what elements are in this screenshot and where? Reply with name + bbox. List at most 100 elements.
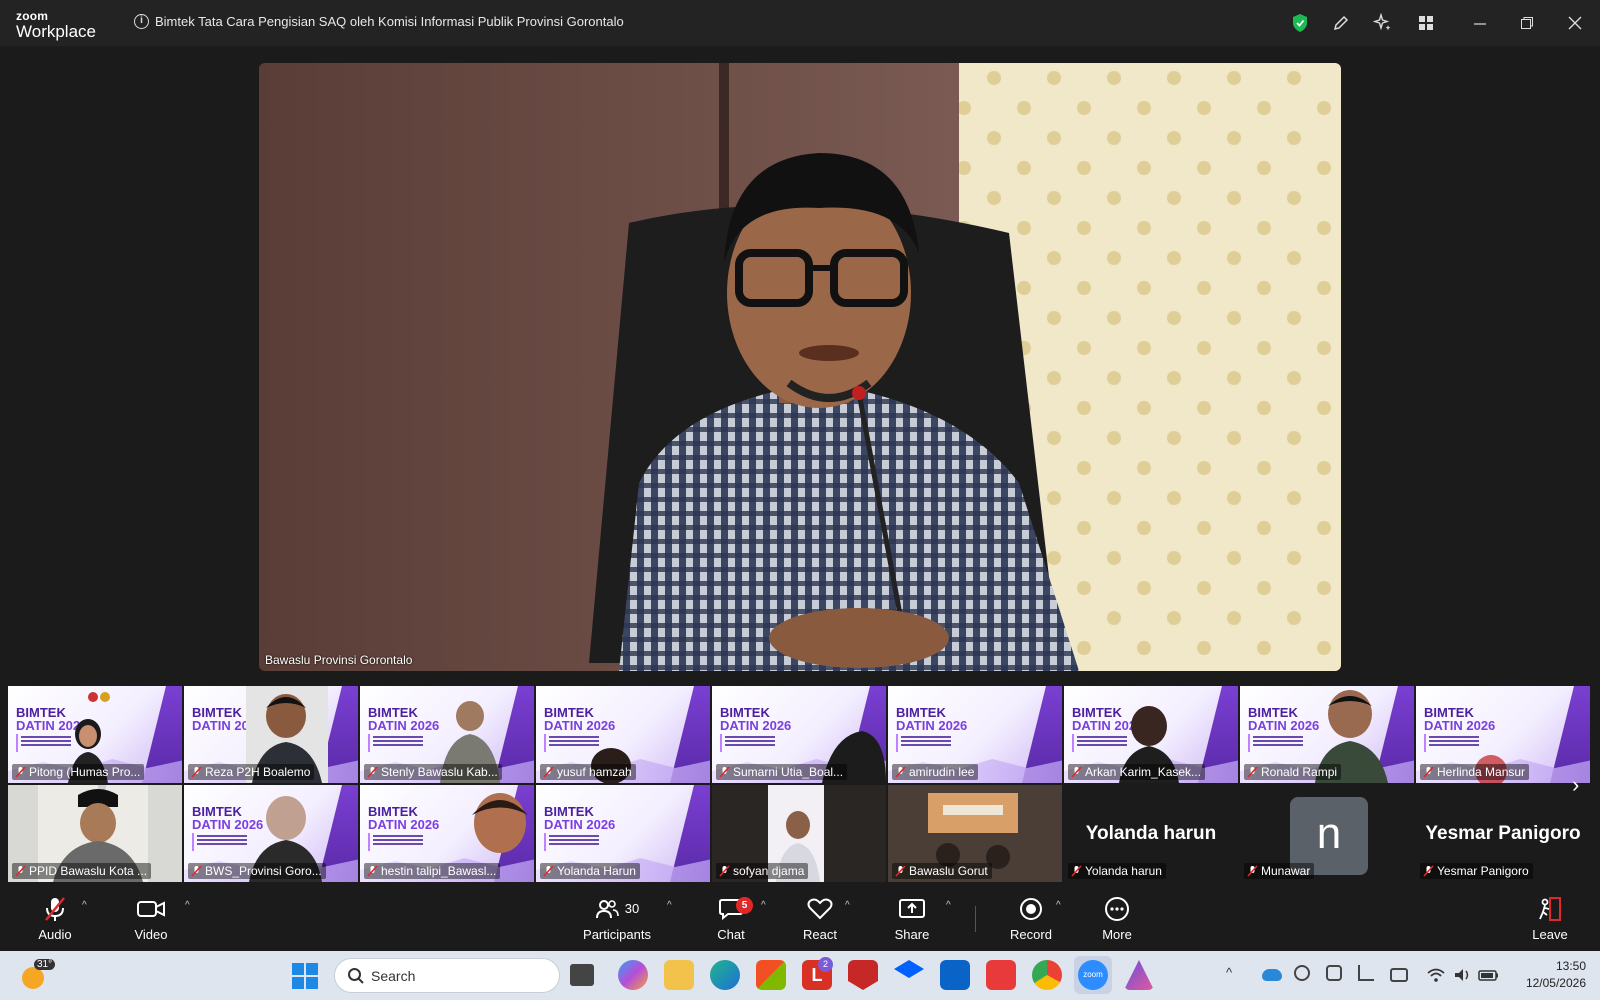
- participants-count: 30: [624, 901, 640, 916]
- audio-options-chevron-icon[interactable]: ^: [82, 900, 87, 911]
- weather-widget[interactable]: 31°: [20, 959, 56, 991]
- gallery-next-chevron-icon[interactable]: ›: [1572, 772, 1579, 798]
- muted-mic-icon: [1423, 865, 1434, 877]
- more-button[interactable]: More: [1098, 886, 1136, 951]
- react-button[interactable]: React: [800, 886, 840, 951]
- security-status-icon[interactable]: [1294, 965, 1310, 981]
- taskbar-clock[interactable]: 13:50 12/05/2026: [1506, 958, 1586, 992]
- participant-tile[interactable]: PPID Bawaslu Kota ...: [8, 785, 182, 882]
- participant-tile[interactable]: sofyan djama: [712, 785, 886, 882]
- participant-tile[interactable]: BIMTEK DATIN 2026 Stenly Bawaslu Kab...: [360, 686, 534, 783]
- copilot-icon[interactable]: [618, 960, 648, 990]
- record-icon: [1016, 896, 1046, 922]
- sync-icon[interactable]: [1326, 965, 1342, 981]
- participant-tile[interactable]: BIMTEK DATIN 2026 Pitong (Humas Pro...: [8, 686, 182, 783]
- participant-tile[interactable]: BIMTEK DATIN 2026 amirudin lee: [888, 686, 1062, 783]
- meet-now-icon[interactable]: [1390, 968, 1408, 982]
- participant-name-label: Bawaslu Gorut: [892, 863, 992, 879]
- meeting-info-icon[interactable]: i: [134, 14, 149, 29]
- office-notification-badge: 2: [818, 957, 833, 972]
- record-options-chevron-icon[interactable]: ^: [1056, 900, 1061, 911]
- participant-tile[interactable]: BIMTEK DATIN 2026 Sumarni Utia_Boal...: [712, 686, 886, 783]
- participant-tile[interactable]: BIMTEK DATIN 2026 yusuf hamzah: [536, 686, 710, 783]
- share-label: Share: [894, 926, 930, 942]
- task-view-icon[interactable]: [570, 964, 594, 986]
- record-button[interactable]: Record: [1010, 886, 1052, 951]
- muted-mic-icon: [1247, 766, 1258, 778]
- zoom-taskbar-active[interactable]: zoom: [1074, 956, 1112, 994]
- muted-mic-icon: [15, 865, 26, 877]
- audio-button[interactable]: Audio: [34, 886, 76, 951]
- participant-tile[interactable]: BIMTEK DATIN 2026 Herlinda Mansur: [1416, 686, 1590, 783]
- participant-gallery: BIMTEK DATIN 2026 Pitong (Humas Pro... BI…: [8, 686, 1592, 884]
- participant-name-label: Stenly Bawaslu Kab...: [364, 764, 502, 780]
- outlook-icon[interactable]: [940, 960, 970, 990]
- apps-grid-icon[interactable]: [1413, 10, 1439, 36]
- onedrive-icon[interactable]: [1262, 969, 1282, 981]
- volume-icon[interactable]: [1452, 965, 1472, 985]
- record-label: Record: [1010, 926, 1052, 942]
- restore-icon[interactable]: [1514, 10, 1540, 36]
- chat-button[interactable]: Chat: [714, 886, 748, 951]
- edge-browser-icon[interactable]: [710, 960, 740, 990]
- muted-mic-icon: [719, 766, 730, 778]
- close-icon[interactable]: [1562, 10, 1588, 36]
- minimize-icon[interactable]: [1467, 10, 1493, 36]
- windows-start-icon[interactable]: [292, 963, 318, 989]
- video-options-chevron-icon[interactable]: ^: [185, 900, 190, 911]
- file-explorer-icon[interactable]: [664, 960, 694, 990]
- chat-options-chevron-icon[interactable]: ^: [761, 900, 766, 911]
- share-button[interactable]: Share: [892, 886, 932, 951]
- battery-icon[interactable]: [1478, 965, 1500, 985]
- search-placeholder: Search: [371, 968, 416, 984]
- wifi-icon[interactable]: [1426, 965, 1446, 985]
- edit-icon[interactable]: [1328, 10, 1354, 36]
- participant-tile[interactable]: BIMTEK DATIN 2026 Arkan Karim_Kasek...: [1064, 686, 1238, 783]
- pen-input-icon[interactable]: [1358, 965, 1374, 981]
- participant-tile[interactable]: BIMTEK DATIN 2026 hestin talipi_Bawasl...: [360, 785, 534, 882]
- participant-name-label: sofyan djama: [716, 863, 809, 879]
- leave-button[interactable]: Leave: [1530, 886, 1570, 951]
- microsoft-store-icon[interactable]: [756, 960, 786, 990]
- participant-name-label: PPID Bawaslu Kota ...: [12, 863, 152, 879]
- zoom-window: zoom Workplace i Bimtek Tata Cara Pengis…: [0, 0, 1600, 1000]
- mcafee-icon[interactable]: [848, 960, 878, 990]
- muted-mic-icon: [543, 766, 554, 778]
- heart-icon: [805, 896, 835, 922]
- slide-title-line2: DATIN 2026: [368, 817, 440, 832]
- ai-sparkle-icon[interactable]: [1370, 10, 1396, 36]
- encryption-shield-icon[interactable]: [1287, 10, 1313, 36]
- active-speaker-video[interactable]: Bawaslu Provinsi Gorontalo: [259, 63, 1341, 671]
- react-options-chevron-icon[interactable]: ^: [845, 900, 850, 911]
- participant-name-label: hestin talipi_Bawasl...: [364, 863, 501, 879]
- participant-tile[interactable]: BIMTEK DATIN 2026 Reza P2H Boalemo: [184, 686, 358, 783]
- muted-mic-icon: [543, 865, 554, 877]
- participant-tile[interactable]: BIMTEK DATIN 2026 Ronald Rampi: [1240, 686, 1414, 783]
- chat-unread-badge: 5: [736, 897, 753, 914]
- participant-name-label: Reza P2H Boalemo: [188, 764, 315, 780]
- participant-name-label: Pitong (Humas Pro...: [12, 764, 145, 780]
- muted-mic-icon: [191, 865, 202, 877]
- slide-title-line2: DATIN 2026: [368, 718, 440, 733]
- participant-name-label: amirudin lee: [892, 764, 979, 780]
- speaker-video-frame: [259, 63, 1341, 671]
- wps-office-icon[interactable]: [986, 960, 1016, 990]
- participant-tile[interactable]: Yesmar Panigoro Yesmar Panigoro: [1416, 785, 1590, 882]
- participants-label: Participants: [583, 926, 651, 942]
- chrome-icon[interactable]: [1032, 960, 1062, 990]
- dropbox-icon[interactable]: [894, 960, 924, 978]
- share-options-chevron-icon[interactable]: ^: [946, 900, 951, 911]
- participant-tile[interactable]: Bawaslu Gorut: [888, 785, 1062, 882]
- participant-tile[interactable]: BIMTEK DATIN 2026 Yolanda Harun: [536, 785, 710, 882]
- participants-options-chevron-icon[interactable]: ^: [667, 900, 672, 911]
- canva-app-icon[interactable]: [1124, 960, 1154, 990]
- muted-mic-icon: [367, 865, 378, 877]
- participant-tile[interactable]: BIMTEK DATIN 2026 BWS_Provinsi Goro...: [184, 785, 358, 882]
- participant-tile[interactable]: Yolanda harun Yolanda harun: [1064, 785, 1238, 882]
- video-button[interactable]: Video: [130, 886, 172, 951]
- sun-icon: [22, 967, 44, 989]
- participants-button[interactable]: 30 Participants: [580, 886, 654, 951]
- taskbar-search-box[interactable]: Search: [334, 958, 560, 993]
- show-hidden-icons-chevron-icon[interactable]: ^: [1226, 965, 1246, 985]
- participant-tile[interactable]: n Munawar: [1240, 785, 1414, 882]
